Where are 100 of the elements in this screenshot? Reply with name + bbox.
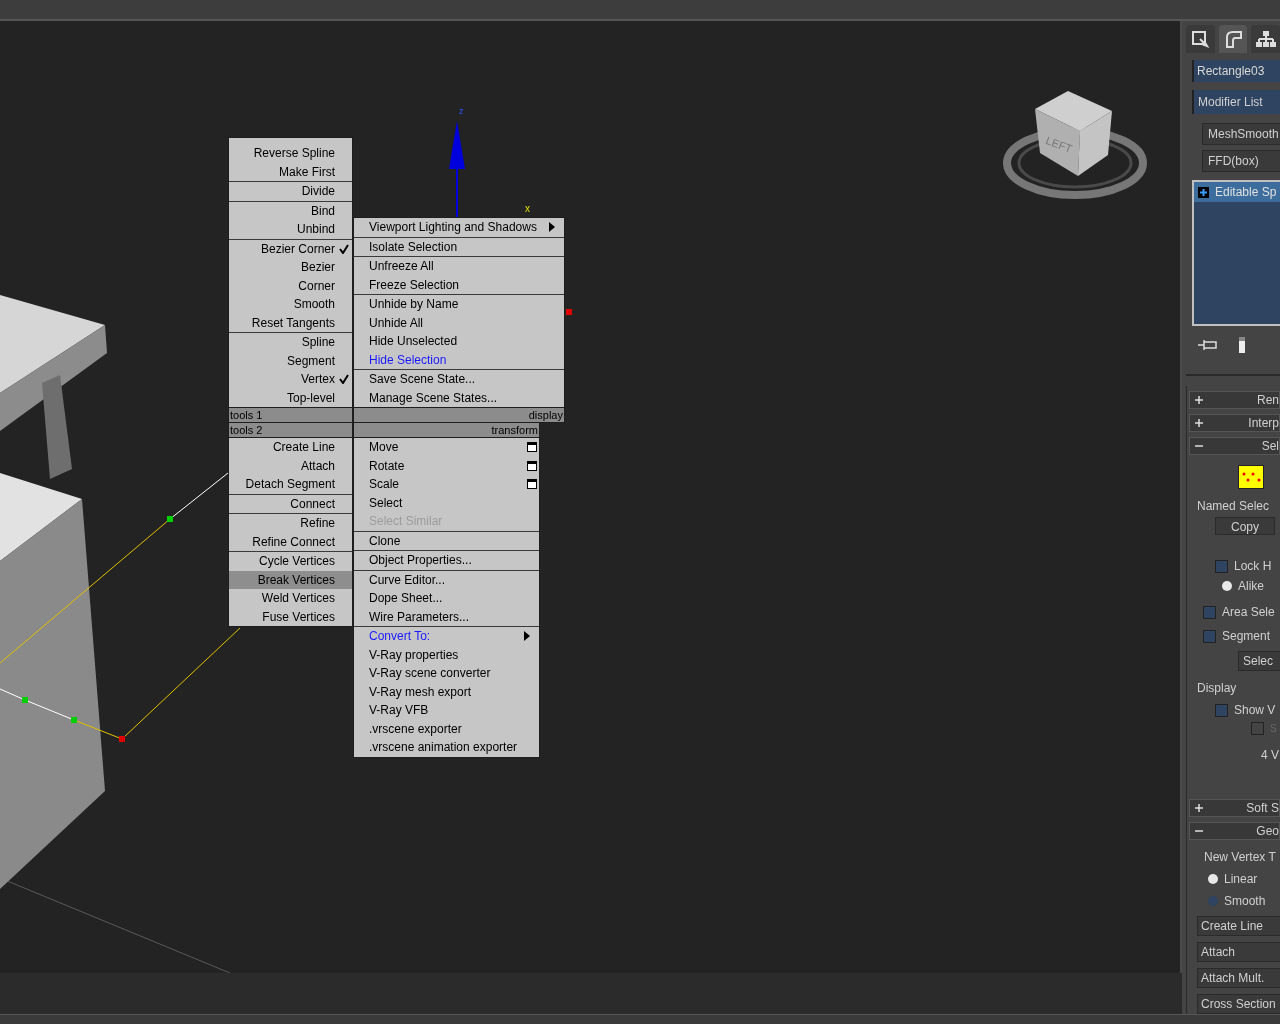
checkmark-icon [339,374,349,385]
menu-item[interactable]: V-Ray VFB [354,701,539,720]
menu-item[interactable]: Fuse Vertices [229,607,352,627]
menu-item[interactable]: Top-level [229,388,352,408]
menu-item[interactable]: Smooth [229,295,352,314]
menu-item[interactable]: Wire Parameters... [354,607,539,627]
menu-item[interactable]: Break Vertices [229,570,352,590]
rollout-header[interactable]: Soft S [1189,799,1280,818]
vertex-count-text: 4 V [1261,747,1280,765]
option-box-icon [527,479,537,490]
create-tab[interactable] [1186,25,1215,54]
quad-title-bar: tools 2 [228,422,353,439]
menu-item[interactable]: Make First [229,162,352,182]
menu-item[interactable]: Isolate Selection [354,237,564,257]
select-button[interactable]: Selec [1238,651,1280,672]
quad-title-bar: transform [353,422,540,439]
geometry-button[interactable]: Cross Section [1197,994,1280,1015]
radio-button[interactable] [1222,581,1232,592]
plus-icon [1195,804,1203,813]
menu-item[interactable]: Viewport Lighting and Shadows [354,218,564,237]
checkbox[interactable] [1203,629,1216,643]
hierarchy-icon [1255,29,1276,50]
menu-item[interactable]: Unhide by Name [354,295,564,314]
menu-item[interactable]: Unfreeze All [354,257,564,276]
menu-item[interactable]: V-Ray scene converter [354,664,539,683]
menu-item[interactable]: V-Ray mesh export [354,682,539,702]
menu-item[interactable]: Clone [354,531,539,551]
group-label: Named Selec [1197,498,1271,516]
menu-item[interactable]: Unbind [229,220,352,239]
stack-item[interactable]: Editable Sp [1194,182,1280,203]
menu-item[interactable]: Reverse Spline [229,144,352,163]
rollout-header[interactable]: Sel [1189,437,1280,456]
object-name-field[interactable]: Rectangle03 [1192,60,1280,83]
copy-button[interactable]: Copy [1215,517,1275,536]
menu-item[interactable]: Bezier [229,258,352,277]
rollout-title: Ren [1257,392,1279,410]
option-box-icon [527,442,537,453]
checkbox[interactable] [1203,605,1216,619]
menu-item[interactable]: Detach Segment [229,475,352,494]
menu-item[interactable]: Rotate [354,456,539,476]
radio-button[interactable] [1208,874,1218,885]
menu-item[interactable]: Unhide All [354,313,564,333]
menu-item[interactable]: Spline [229,333,352,352]
menu-item[interactable]: .vrscene animation exporter [354,738,539,757]
modify-tab[interactable] [1218,25,1248,54]
quad-title-bar: display [353,407,565,424]
menu-item[interactable]: Bezier Corner [229,239,352,259]
menu-item[interactable]: Create Line [229,438,352,457]
rollout-header[interactable]: Geo [1189,822,1280,841]
radio-button[interactable] [1208,896,1218,907]
menu-item[interactable]: Reset Tangents [229,313,352,333]
menu-item[interactable]: Manage Scene States... [354,388,564,408]
modifier-list-dropdown[interactable]: Modifier List [1192,90,1280,115]
submenu-arrow-icon [524,631,530,642]
menu-item[interactable]: Attach [229,456,352,476]
axis-label: z [459,106,464,117]
checkbox-label: Show V [1234,702,1276,720]
menu-item[interactable]: Hide Unselected [354,332,564,351]
checkbox-label: Segment [1222,628,1271,646]
menu-item[interactable]: Corner [229,276,352,296]
rollout-header[interactable]: Interp [1189,414,1280,433]
menu-item[interactable]: Segment [229,351,352,371]
vertex-mode-button[interactable] [1237,465,1264,490]
menu-item[interactable]: Scale [354,475,539,494]
menu-item[interactable]: Hide Selection [354,350,564,370]
menu-item[interactable]: Connect [229,494,352,514]
menu-item[interactable]: Dope Sheet... [354,589,539,608]
checkmark-icon [339,243,349,254]
menu-item[interactable]: Refine [229,514,352,533]
axis-label: x [525,203,530,215]
checkbox[interactable] [1215,703,1228,717]
menu-item[interactable]: Move [354,438,539,457]
vertex-marker [566,309,572,316]
menu-item[interactable]: Freeze Selection [354,275,564,295]
menu-item[interactable]: Vertex [229,370,352,389]
menu-item[interactable]: Select [354,493,539,513]
geometry-button[interactable]: Attach [1197,942,1280,963]
modifier-button[interactable]: MeshSmooth [1202,123,1280,146]
modifier-button[interactable]: FFD(box) [1202,150,1280,173]
geometry-button[interactable]: Create Line [1197,916,1280,937]
menu-item[interactable]: V-Ray properties [354,645,539,665]
hierarchy-tab[interactable] [1251,25,1280,54]
menu-item[interactable]: Weld Vertices [229,589,352,608]
menu-item[interactable]: Object Properties... [354,551,539,570]
rollout-header[interactable]: Ren [1189,391,1280,410]
menu-item[interactable]: Save Scene State... [354,370,564,389]
checkbox[interactable] [1215,559,1228,573]
rollout-title: Interp [1248,415,1279,433]
menu-item[interactable]: Cycle Vertices [229,552,352,571]
radio-label: Smooth [1224,893,1266,911]
menu-item[interactable]: Convert To: [354,627,539,646]
geometry-button[interactable]: Attach Mult. [1197,968,1280,989]
menu-item[interactable]: Refine Connect [229,532,352,552]
menu-item[interactable]: .vrscene exporter [354,719,539,739]
menu-item[interactable]: Divide [229,182,352,201]
option-box-icon [527,460,537,471]
radio-label: Linear [1224,871,1258,889]
expand-icon [1198,186,1209,198]
menu-item[interactable]: Bind [229,201,352,221]
menu-item[interactable]: Curve Editor... [354,570,539,590]
